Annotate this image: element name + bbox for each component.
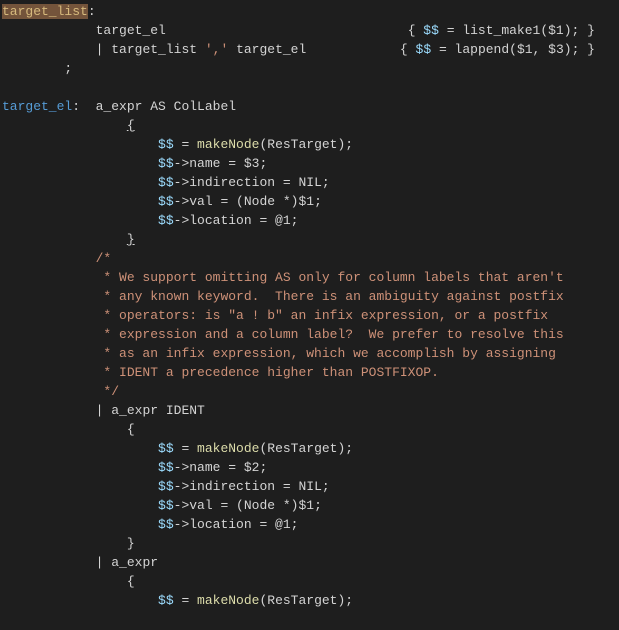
code-line: $$->indirection = NIL;	[0, 477, 619, 496]
code-line: target_el { $$ = list_make1($1); }	[0, 21, 619, 40]
code-line: /*	[0, 249, 619, 268]
code-line: | a_expr	[0, 553, 619, 572]
code-line: $$->val = (Node *)$1;	[0, 192, 619, 211]
selection-highlight: target_list	[2, 4, 88, 19]
code-line: $$->name = $2;	[0, 458, 619, 477]
code-line: $$->location = @1;	[0, 211, 619, 230]
code-line: * as an infix expression, which we accom…	[0, 344, 619, 363]
code-line: | a_expr IDENT	[0, 401, 619, 420]
code-line: $$ = makeNode(ResTarget);	[0, 135, 619, 154]
code-line: {	[0, 420, 619, 439]
code-line: * operators: is "a ! b" an infix express…	[0, 306, 619, 325]
code-line: ;	[0, 59, 619, 78]
code-line: {	[0, 116, 619, 135]
code-line: $$->location = @1;	[0, 515, 619, 534]
code-line: $$ = makeNode(ResTarget);	[0, 591, 619, 610]
code-editor[interactable]: target_list: target_el { $$ = list_make1…	[0, 0, 619, 610]
code-line: */	[0, 382, 619, 401]
code-line: $$->name = $3;	[0, 154, 619, 173]
code-line: * any known keyword. There is an ambigui…	[0, 287, 619, 306]
code-line: * expression and a column label? We pref…	[0, 325, 619, 344]
code-line: {	[0, 572, 619, 591]
code-line: * IDENT a precedence higher than POSTFIX…	[0, 363, 619, 382]
code-line: }	[0, 230, 619, 249]
code-line: $$->indirection = NIL;	[0, 173, 619, 192]
code-line: target_list:	[0, 2, 619, 21]
code-line: target_el: a_expr AS ColLabel	[0, 97, 619, 116]
code-line: }	[0, 534, 619, 553]
code-line: * We support omitting AS only for column…	[0, 268, 619, 287]
code-line	[0, 78, 619, 97]
code-line: | target_list ',' target_el { $$ = lappe…	[0, 40, 619, 59]
code-line: $$ = makeNode(ResTarget);	[0, 439, 619, 458]
code-line: $$->val = (Node *)$1;	[0, 496, 619, 515]
